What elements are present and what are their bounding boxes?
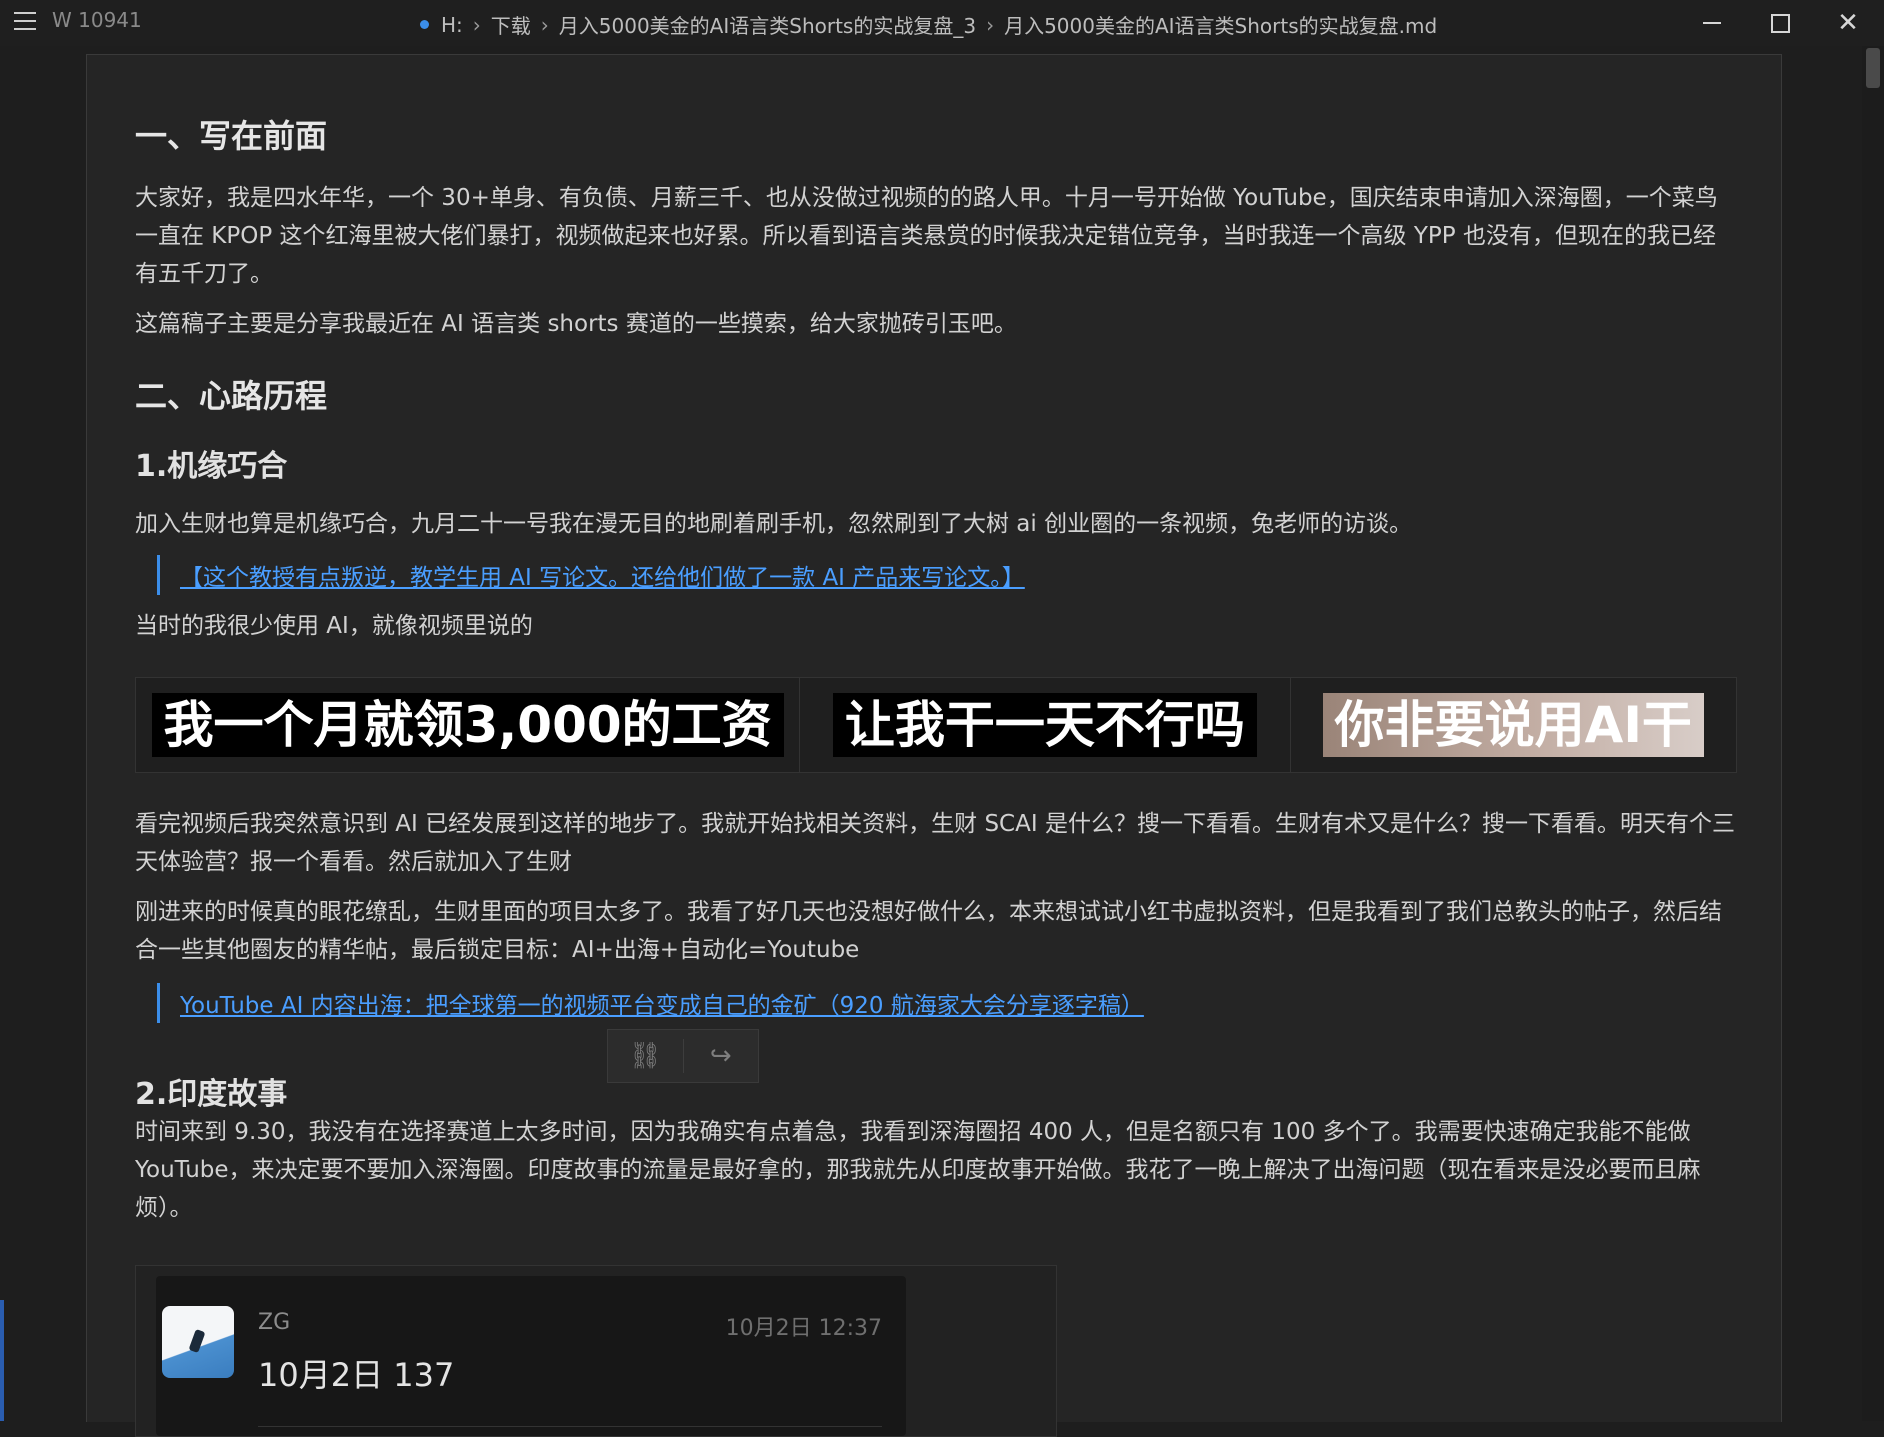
word-count: W 10941 [52, 8, 142, 32]
breadcrumb-item-file[interactable]: 月入5000美金的AI语言类Shorts的实战复盘.md [1004, 10, 1437, 39]
title-bar: W 10941 H: › 下载 › 月入5000美金的AI语言类Shorts的实… [0, 0, 1884, 46]
chevron-right-icon: › [986, 12, 995, 37]
caption-image[interactable]: 你非要说用AI干 [1291, 678, 1736, 772]
unsaved-dot-icon [420, 20, 429, 29]
document-editor[interactable]: 一、写在前面 大家好，我是四水年华，一个 30+单身、有负债、月薪三千、也从没做… [86, 54, 1782, 1437]
scrollbar-track[interactable] [1862, 46, 1884, 1421]
scrollbar-thumb[interactable] [1866, 48, 1880, 88]
menu-icon[interactable] [14, 12, 36, 30]
close-icon: ✕ [1837, 8, 1859, 38]
paragraph-intro-2: 这篇稿子主要是分享我最近在 AI 语言类 shorts 赛道的一些摸索，给大家抛… [135, 311, 1017, 337]
close-button[interactable]: ✕ [1824, 6, 1872, 40]
caption-image[interactable]: 我一个月就领3,000的工资 [136, 678, 801, 772]
avatar [162, 1306, 234, 1378]
minimize-icon [1703, 22, 1721, 24]
message-text: 10月2日 137 [258, 1356, 455, 1394]
breadcrumb: H: › 下载 › 月入5000美金的AI语言类Shorts的实战复盘_3 › … [420, 10, 1437, 39]
paragraph-india-1: 时间来到 9.30，我没有在选择赛道上太多时间，因为我确实有点着急，我看到深海圈… [135, 1119, 1701, 1221]
breadcrumb-item-downloads[interactable]: 下载 [491, 10, 531, 39]
heading-india: 2.印度故事 [135, 1077, 288, 1112]
screenshot-image[interactable]: ZG 10月2日 12:37 10月2日 137 [135, 1265, 1057, 1437]
paragraph-chance-2: 当时的我很少使用 AI，就像视频里说的 [135, 613, 533, 639]
minimize-button[interactable] [1688, 6, 1736, 40]
maximize-icon [1770, 13, 1790, 33]
caption-image[interactable]: 让我干一天不行吗 [800, 678, 1291, 772]
paragraph-chance-4: 刚进来的时候真的眼花缭乱，生财里面的项目太多了。我看了好几天也没想好做什么，本来… [135, 899, 1722, 963]
caption-text: 让我干一天不行吗 [832, 693, 1257, 757]
sender-name: ZG [258, 1310, 291, 1335]
chevron-right-icon: › [540, 12, 549, 37]
caption-image-strip: 我一个月就领3,000的工资 让我干一天不行吗 你非要说用AI干 [135, 677, 1737, 773]
paragraph-chance-3: 看完视频后我突然意识到 AI 已经发展到这样的地步了。我就开始找相关资料，生财 … [135, 811, 1735, 875]
breadcrumb-item-drive[interactable]: H: [441, 13, 463, 37]
open-link-icon[interactable]: ↪ [684, 1041, 759, 1071]
maximize-button[interactable] [1756, 6, 1804, 40]
breadcrumb-item-folder[interactable]: 月入5000美金的AI语言类Shorts的实战复盘_3 [559, 10, 976, 39]
heading-intro: 一、写在前面 [135, 117, 328, 155]
heading-journey: 二、心路历程 [135, 377, 328, 415]
divider [258, 1426, 882, 1427]
caption-text: 我一个月就领3,000的工资 [151, 693, 784, 757]
chat-card: ZG 10月2日 12:37 10月2日 137 [156, 1276, 906, 1436]
chevron-right-icon: › [472, 12, 481, 37]
message-time: 10月2日 12:37 [725, 1316, 882, 1341]
left-edge-accent [0, 1300, 4, 1421]
floating-link-toolbar: ⛓ ↪ [607, 1029, 759, 1083]
heading-chance: 1.机缘巧合 [135, 449, 288, 484]
unlink-icon[interactable]: ⛓ [608, 1041, 683, 1071]
blockquote-link-1: 【这个教授有点叛逆，教学生用 AI 写论文。还给他们做了一款 AI 产品来写论文… [157, 555, 1025, 595]
blockquote-link-2: YouTube AI 内容出海：把全球第一的视频平台变成自己的金矿（920 航海… [157, 983, 1144, 1023]
paragraph-chance-1: 加入生财也算是机缘巧合，九月二十一号我在漫无目的地刷着刷手机，忽然刷到了大树 a… [135, 511, 1413, 537]
article-link[interactable]: YouTube AI 内容出海：把全球第一的视频平台变成自己的金矿（920 航海… [180, 986, 1144, 1020]
paragraph-intro-1: 大家好，我是四水年华，一个 30+单身、有负债、月薪三千、也从没做过视频的的路人… [135, 185, 1718, 287]
caption-text: 你非要说用AI干 [1322, 693, 1704, 757]
video-link[interactable]: 【这个教授有点叛逆，教学生用 AI 写论文。还给他们做了一款 AI 产品来写论文… [180, 558, 1025, 592]
